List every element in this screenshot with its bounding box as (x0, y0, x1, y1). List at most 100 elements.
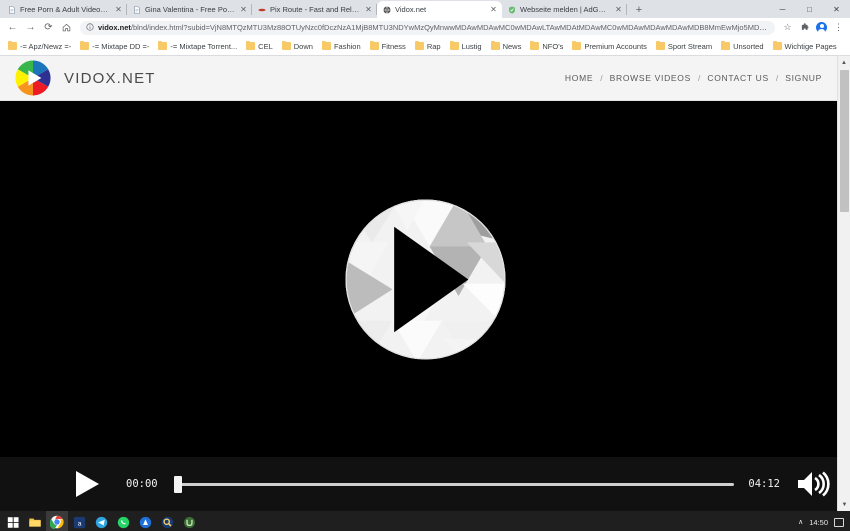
google-chrome-icon[interactable] (46, 511, 68, 531)
bookmark-label: NFO's (542, 41, 564, 51)
play-icon[interactable] (70, 467, 104, 501)
document-icon (133, 5, 141, 14)
close-icon[interactable]: ✕ (114, 5, 123, 14)
reload-icon[interactable]: ⟳ (40, 19, 57, 36)
folder-icon (246, 40, 256, 50)
close-icon[interactable]: ✕ (489, 5, 498, 14)
folder-icon (281, 40, 291, 50)
tab-title: Webseite melden | AdGuard (520, 4, 610, 14)
scrollbar-thumb[interactable] (840, 70, 849, 212)
scroll-down-arrow-icon[interactable]: ▼ (838, 498, 850, 511)
bookmark-item[interactable]: -= Mixtape DD =- (76, 38, 153, 54)
bookmark-label: CEL (258, 41, 273, 51)
forward-icon[interactable]: → (22, 19, 39, 36)
page-scrollbar[interactable]: ▲ ▼ (837, 56, 850, 511)
browser-tab[interactable]: Gina Valentina - Free Porn & Adu ✕ (127, 1, 252, 18)
folder-icon (158, 40, 168, 50)
nav-item-contact-us[interactable]: CONTACT US (707, 73, 768, 83)
search-magnifier-icon[interactable] (156, 511, 178, 531)
tray-chevron-icon[interactable]: ∧ (798, 518, 803, 526)
app-blue-circle-icon[interactable] (134, 511, 156, 531)
bookmark-item[interactable]: Lustig (446, 38, 486, 54)
svg-text:a: a (77, 520, 81, 527)
new-tab-button[interactable]: + (630, 2, 648, 18)
bookmark-item[interactable]: Sport Stream (652, 38, 716, 54)
url-text: vidox.net/blnd/index.html?subid=VjN8MTQz… (98, 23, 769, 32)
volume-high-icon[interactable] (794, 467, 832, 501)
scroll-up-arrow-icon[interactable]: ▲ (838, 56, 850, 69)
browser-toolbar: ← → ⟳ vidox.net/blnd/index.html?subid=Vj… (0, 18, 850, 37)
seek-track[interactable] (173, 482, 735, 486)
bookmark-label: Fashion (333, 41, 361, 51)
bookmark-item[interactable]: -= Mixtape Torrent... (154, 38, 241, 54)
big-play-button-icon[interactable] (343, 197, 508, 362)
bookmark-label: -= Mixtape Torrent... (170, 41, 238, 51)
nav-item-browse-videos[interactable]: BROWSE VIDEOS (610, 73, 691, 83)
url-path: /blnd/index.html?subid=VjN8MTQzMTU3Mz88O… (130, 23, 770, 32)
close-window-button[interactable]: ✕ (823, 0, 850, 18)
windows-start-icon[interactable] (2, 511, 24, 531)
clock-label[interactable]: 14:50 (809, 518, 828, 527)
browser-tab[interactable]: Webseite melden | AdGuard ✕ (502, 1, 627, 18)
bookmark-item[interactable]: -= Apz/Newz =- (4, 38, 75, 54)
info-circle-icon[interactable] (86, 22, 94, 33)
bookmark-item[interactable]: Unsorted (717, 38, 767, 54)
profile-avatar-icon[interactable] (814, 20, 829, 35)
folder-icon (369, 40, 379, 50)
browser-tab[interactable]: Free Porn & Adult Videos Forum ✕ (2, 1, 127, 18)
browser-tab[interactable]: Pix Route - Fast and Reliable Ima ✕ (252, 1, 377, 18)
seek-handle[interactable] (173, 475, 182, 493)
url-domain: vidox.net (97, 23, 131, 32)
three-dot-menu-icon[interactable]: ⋮ (831, 20, 846, 35)
utorrent-icon[interactable] (178, 511, 200, 531)
video-viewport[interactable] (0, 101, 850, 457)
globe-icon (383, 5, 391, 14)
folder-icon (721, 40, 731, 50)
close-icon[interactable]: ✕ (614, 5, 623, 14)
folder-icon (321, 40, 331, 50)
nav-item-home[interactable]: HOME (565, 73, 593, 83)
bookmark-item[interactable]: Down (278, 38, 317, 54)
bookmark-item[interactable]: News (487, 38, 526, 54)
close-icon[interactable]: ✕ (364, 5, 373, 14)
bookmark-item[interactable]: Fashion (318, 38, 365, 54)
bookmark-label: Premium Accounts (584, 41, 647, 51)
home-icon[interactable] (58, 19, 75, 36)
app-blue-square-icon[interactable]: a (68, 511, 90, 531)
bookmark-label: -= Mixtape DD =- (92, 41, 150, 51)
site-logo[interactable]: VIDOX.NET (14, 59, 156, 97)
file-explorer-icon[interactable] (24, 511, 46, 531)
notification-icon[interactable] (834, 517, 844, 527)
bookmark-item[interactable]: Wichtige Pages (769, 38, 841, 54)
bookmark-item[interactable]: Rap (411, 38, 445, 54)
browser-tab-active[interactable]: Vidox.net ✕ (377, 1, 502, 18)
extensions-puzzle-icon[interactable] (797, 20, 812, 35)
tab-title: Gina Valentina - Free Porn & Adu (145, 4, 235, 14)
address-bar[interactable]: vidox.net/blnd/index.html?subid=VjN8MTQz… (79, 20, 776, 35)
whatsapp-icon[interactable] (112, 511, 134, 531)
close-icon[interactable]: ✕ (239, 5, 248, 14)
folder-icon (530, 40, 540, 50)
folder-icon (80, 40, 90, 50)
seek-bar[interactable] (173, 475, 735, 493)
bookmark-item[interactable]: NFO's (526, 38, 567, 54)
bookmark-label: Lustig (461, 41, 482, 51)
star-icon[interactable]: ☆ (780, 20, 795, 35)
window-controls: ─ □ ✕ (769, 0, 850, 18)
bookmark-label: News (502, 41, 522, 51)
folder-icon (414, 40, 424, 50)
windows-taskbar: a ∧ 14:50 (0, 511, 850, 531)
bookmark-item[interactable]: CEL (242, 38, 277, 54)
bookmark-label: Fitness (381, 41, 406, 51)
bookmark-item[interactable]: Premium Accounts (568, 38, 651, 54)
nav-item-signup[interactable]: SIGNUP (785, 73, 822, 83)
telegram-icon[interactable] (90, 511, 112, 531)
maximize-button[interactable]: □ (796, 0, 823, 18)
document-icon (8, 5, 16, 14)
nav-separator: / (697, 73, 701, 83)
adguard-shield-icon (508, 6, 516, 14)
minimize-button[interactable]: ─ (769, 0, 796, 18)
back-icon[interactable]: ← (4, 19, 21, 36)
bookmark-item[interactable]: Fitness (366, 38, 410, 54)
site-brand-name: VIDOX.NET (64, 69, 156, 87)
